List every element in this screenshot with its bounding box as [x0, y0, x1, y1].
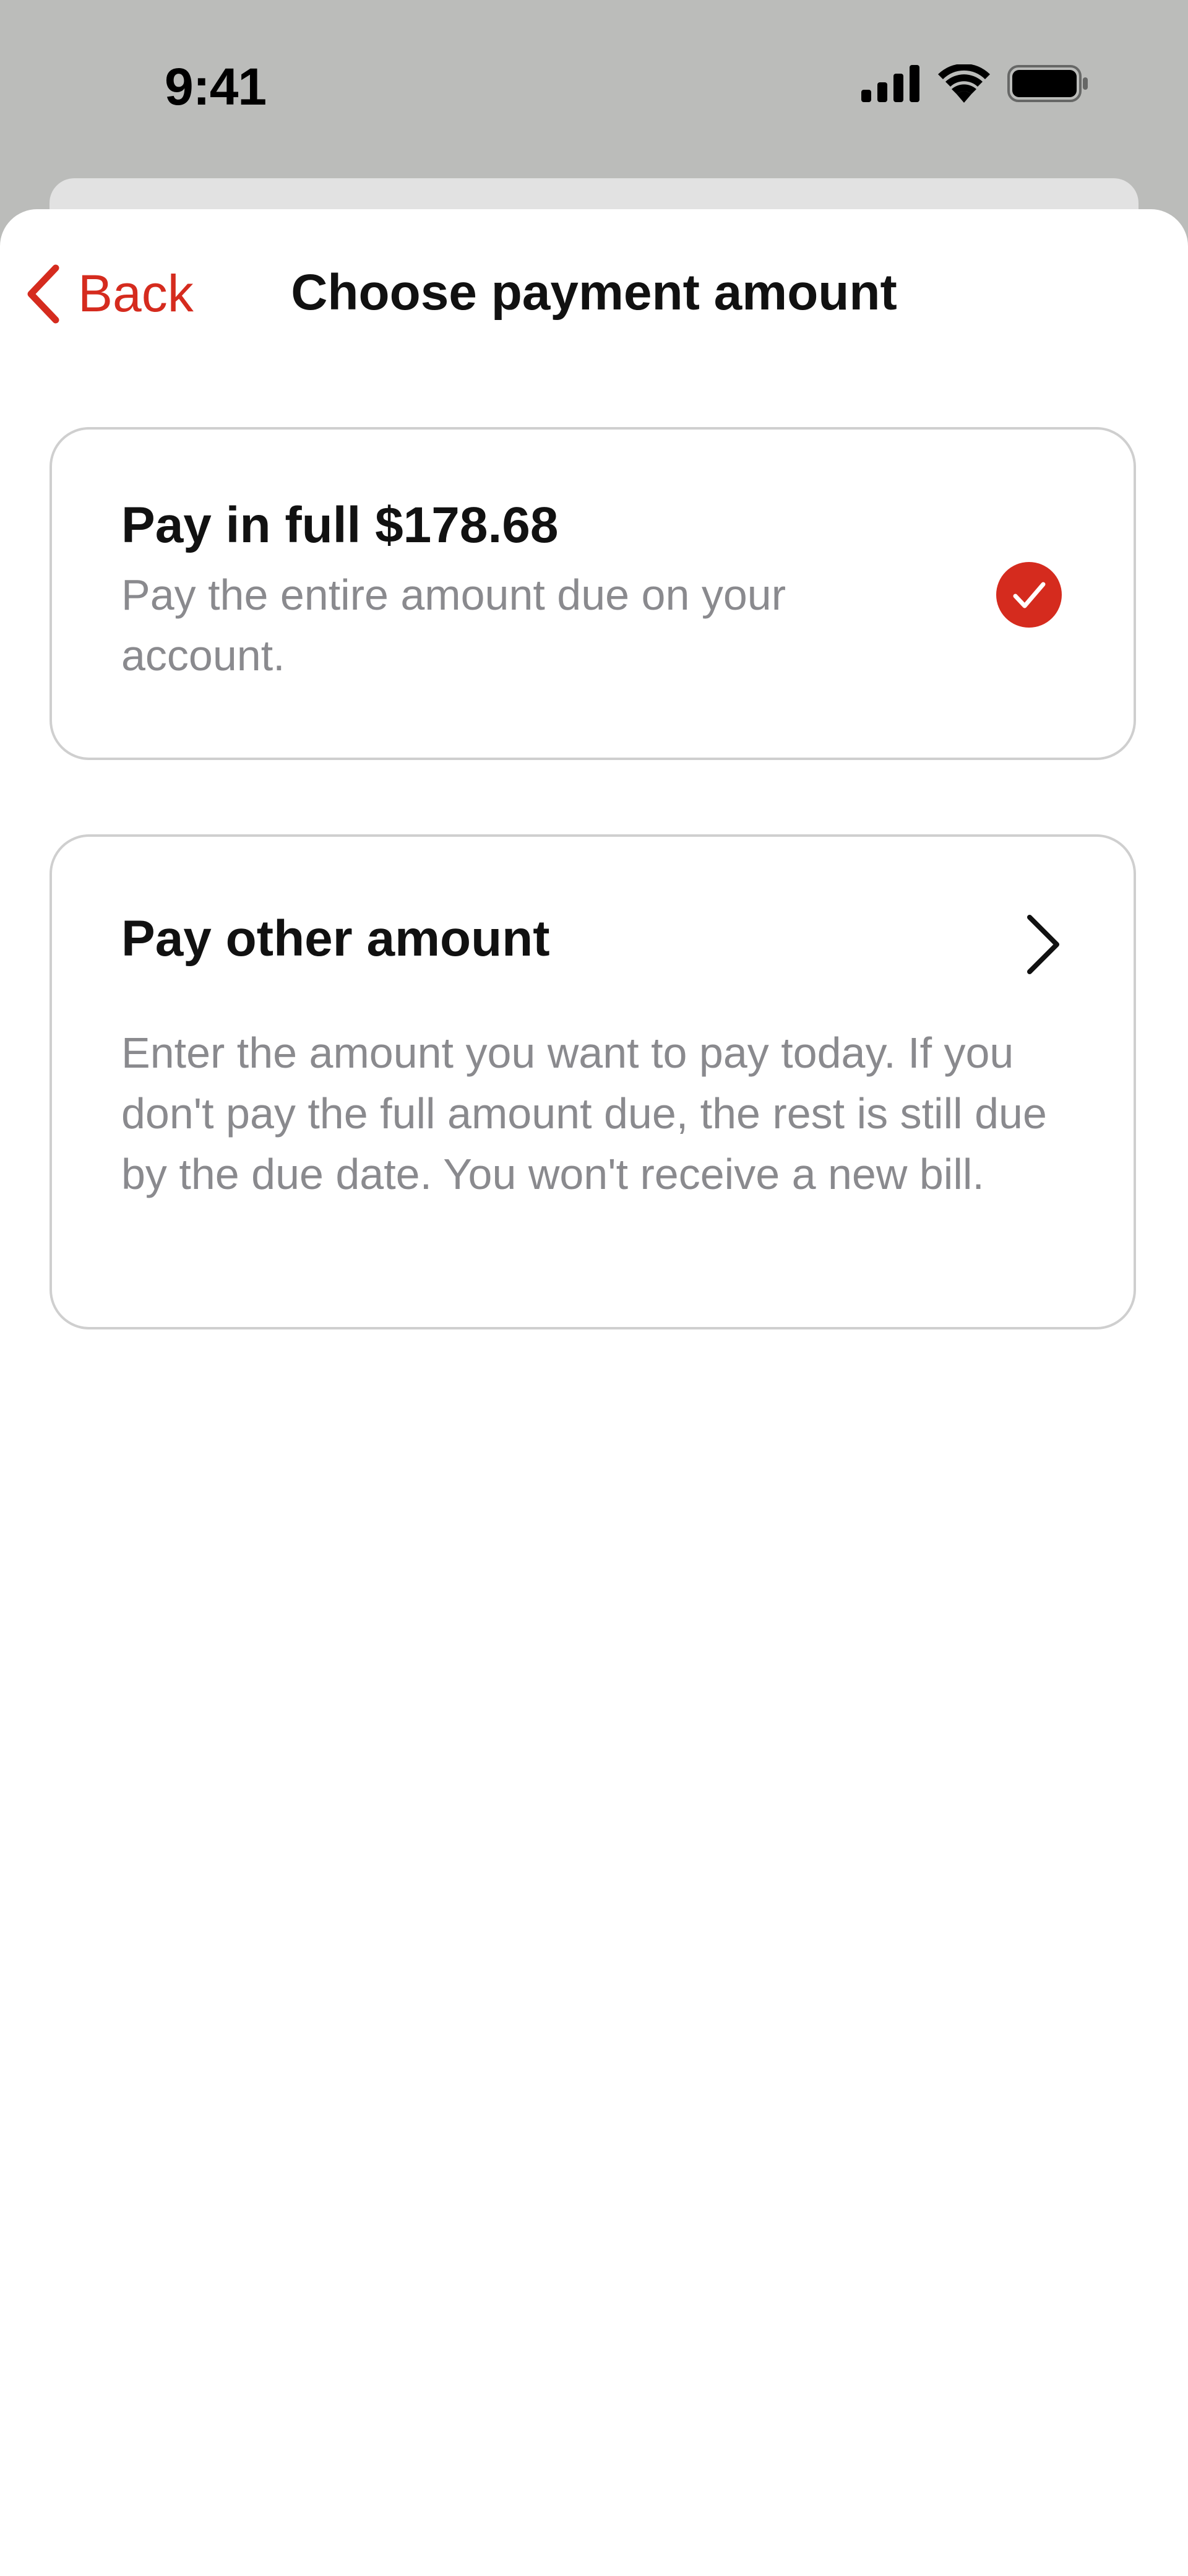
selected-check-icon — [996, 562, 1062, 628]
pay-in-full-option[interactable]: Pay in full $178.68 Pay the entire amoun… — [50, 427, 1136, 760]
pay-in-full-title: Pay in full $178.68 — [121, 497, 559, 553]
pay-other-amount-option[interactable]: Pay other amount Enter the amount you wa… — [50, 834, 1136, 1329]
status-icons — [861, 64, 1089, 103]
back-label: Back — [78, 264, 194, 322]
back-button[interactable]: Back — [25, 264, 194, 324]
chevron-left-icon — [27, 264, 59, 323]
cellular-signal-icon — [861, 65, 919, 102]
battery-icon — [1007, 65, 1088, 102]
wifi-icon — [938, 64, 990, 103]
pay-in-full-description: Pay the entire amount due on your accoun… — [121, 571, 786, 680]
status-bar: 9:41 — [0, 0, 1188, 161]
pay-other-amount-description: Enter the amount you want to pay today. … — [121, 1029, 1047, 1198]
payment-amount-sheet: Choose payment amount Back Pay in full $… — [0, 209, 1188, 2576]
pay-other-amount-title: Pay other amount — [121, 910, 550, 967]
status-time: 9:41 — [165, 58, 267, 116]
chevron-right-icon — [1027, 915, 1059, 974]
navigation-bar: Choose payment amount Back — [0, 209, 1188, 376]
